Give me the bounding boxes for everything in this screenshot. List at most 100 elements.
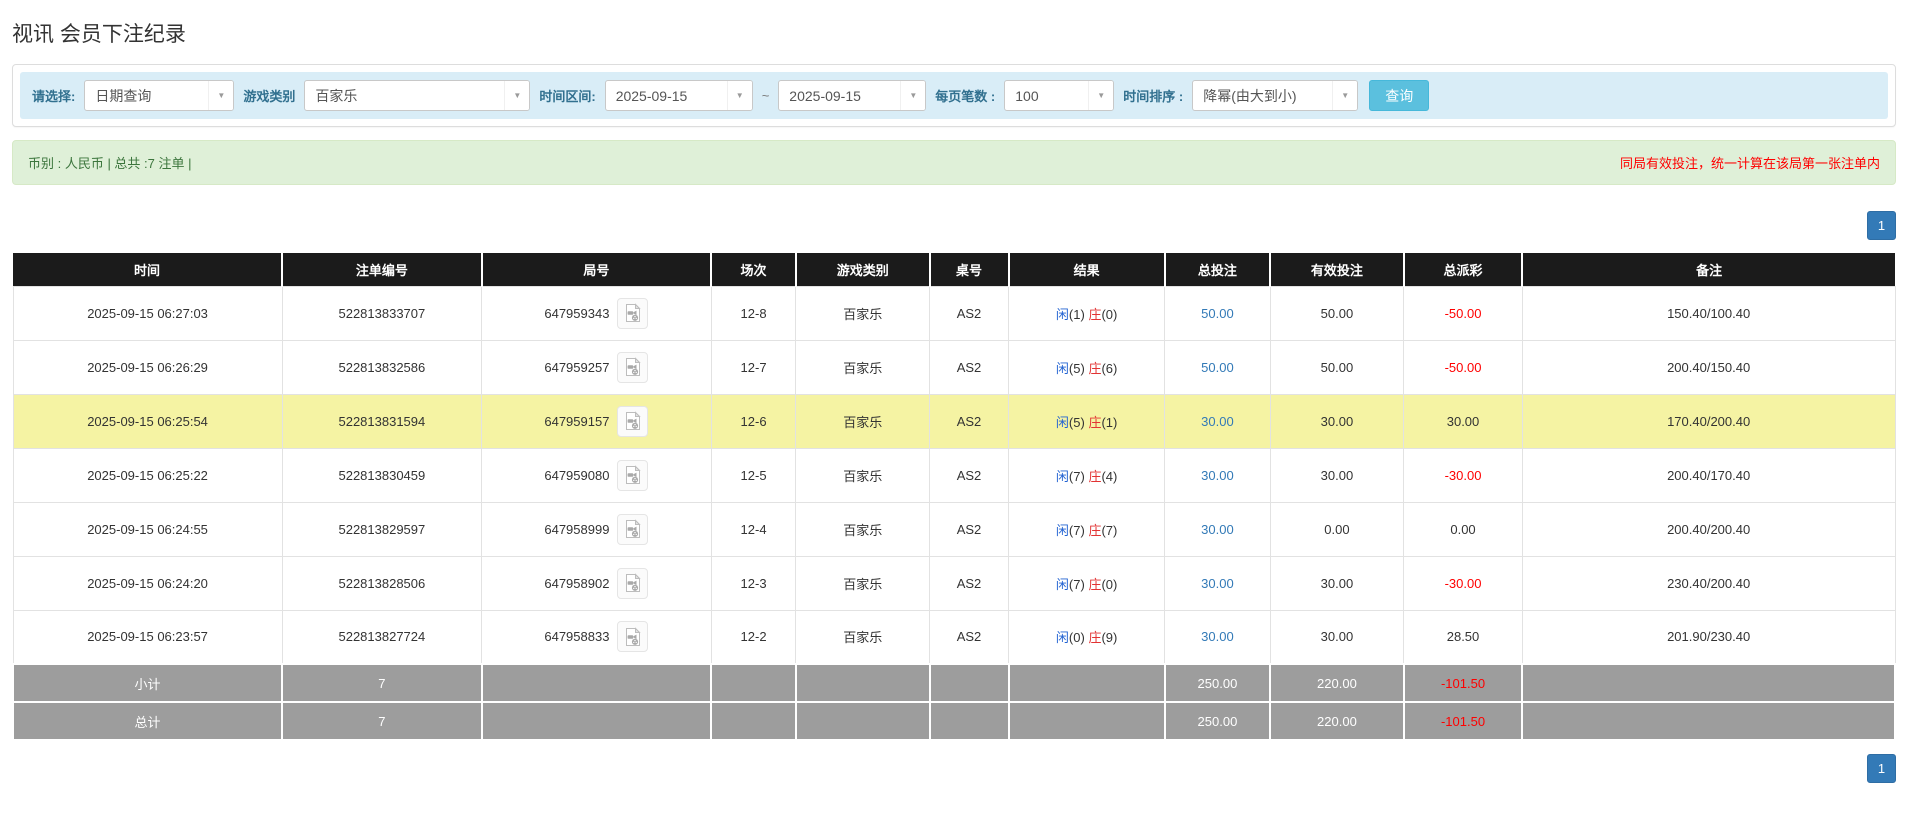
table-row: 2025-09-15 06:24:55 522813829597 647958999… — [12, 501, 1896, 557]
column-header: 有效投注 — [1270, 253, 1405, 286]
remark-cell: 201.90/230.40 — [1521, 609, 1896, 665]
game-type-cell: 百家乐 — [795, 339, 930, 395]
player-result-value: (7) — [1068, 522, 1085, 538]
video-button[interactable] — [617, 567, 649, 599]
video-button[interactable] — [617, 351, 649, 383]
player-result-label: 闲 — [1055, 576, 1069, 592]
summary-currency-total: 币别 : 人民币 | 总共 :7 注单 | — [28, 156, 192, 171]
player-result-value: (5) — [1068, 360, 1085, 376]
chevron-down-icon[interactable]: ▼ — [1088, 81, 1114, 110]
round-id: 647958833 — [544, 629, 610, 645]
chevron-down-icon[interactable]: ▼ — [208, 81, 234, 110]
player-result-value: (0) — [1068, 630, 1085, 646]
column-header: 局号 — [481, 253, 713, 286]
total-bet-cell[interactable]: 30.00 — [1164, 447, 1271, 503]
video-button[interactable] — [617, 405, 649, 437]
total-bet-cell[interactable]: 30.00 — [1164, 609, 1271, 665]
summary-count-cell: 7 — [281, 701, 483, 741]
round-cell: 647958999 — [481, 501, 712, 557]
chevron-down-icon[interactable]: ▼ — [504, 81, 530, 110]
time-cell: 2025-09-15 06:25:54 — [12, 393, 283, 449]
query-button[interactable]: 查询 — [1369, 80, 1430, 111]
session-cell: 12-6 — [710, 393, 797, 449]
column-header: 结果 — [1008, 253, 1166, 286]
summary-total-bet-cell: 250.00 — [1163, 663, 1272, 703]
video-button[interactable] — [617, 621, 649, 653]
select-type-combobox[interactable]: 日期查询 ▼ — [84, 80, 235, 111]
total-bet-link[interactable]: 30.00 — [1201, 629, 1234, 644]
banker-result-label: 庄 — [1088, 576, 1102, 592]
valid-bet-cell: 30.00 — [1269, 393, 1405, 449]
pager-top: 1 — [12, 211, 1896, 240]
table-row: 2025-09-15 06:27:03 522813833707 647959343… — [12, 285, 1896, 341]
payout-cell: -30.00 — [1403, 447, 1523, 503]
time-cell: 2025-09-15 06:24:20 — [12, 555, 283, 611]
time-cell: 2025-09-15 06:26:29 — [12, 339, 283, 395]
video-button[interactable] — [617, 459, 649, 491]
round-id: 647958999 — [544, 521, 610, 537]
time-cell: 2025-09-15 06:27:03 — [12, 285, 283, 341]
round-id: 647959157 — [544, 413, 610, 429]
page-size-label: 每页笔数 : — [935, 89, 996, 104]
chevron-down-icon[interactable]: ▼ — [1332, 81, 1358, 110]
banker-result-label: 庄 — [1088, 468, 1102, 484]
summary-payout-cell: -101.50 — [1402, 663, 1524, 703]
page-button[interactable]: 1 — [1867, 754, 1896, 783]
chevron-down-icon[interactable]: ▼ — [900, 81, 926, 110]
payout-cell: 30.00 — [1403, 393, 1523, 449]
total-bet-link[interactable]: 30.00 — [1201, 576, 1234, 591]
banker-result-value: (9) — [1101, 630, 1118, 646]
valid-bet-cell: 50.00 — [1269, 339, 1405, 395]
date-to-picker[interactable]: 2025-09-15 ▼ — [778, 80, 927, 111]
page-button[interactable]: 1 — [1867, 211, 1896, 240]
banker-result-value: (0) — [1101, 576, 1118, 592]
time-cell: 2025-09-15 06:25:22 — [12, 447, 283, 503]
total-bet-link[interactable]: 50.00 — [1201, 306, 1234, 321]
table-no-cell: AS2 — [928, 501, 1010, 557]
summary-note: 同局有效投注，统一计算在该局第一张注单内 — [1619, 156, 1880, 171]
summary-label-cell: 总计 — [11, 701, 284, 741]
total-bet-cell[interactable]: 30.00 — [1164, 501, 1271, 557]
date-range-separator: ~ — [761, 88, 770, 103]
player-result-value: (1) — [1068, 306, 1085, 322]
bet-id-cell: 522813827724 — [281, 609, 483, 665]
page-size-combobox[interactable]: 100 ▼ — [1004, 80, 1115, 111]
game-type-combobox[interactable]: 百家乐 ▼ — [304, 80, 531, 111]
session-cell: 12-5 — [710, 447, 797, 503]
result-cell: 闲(5) 庄(6) — [1008, 339, 1166, 395]
game-type-cell: 百家乐 — [795, 393, 930, 449]
round-id: 647959343 — [544, 305, 610, 321]
sort-order-combobox[interactable]: 降幂(由大到小) ▼ — [1192, 80, 1359, 111]
select-type-label: 请选择: — [32, 89, 76, 104]
total-bet-cell[interactable]: 50.00 — [1164, 339, 1271, 395]
banker-result-value: (1) — [1101, 414, 1118, 430]
total-bet-cell[interactable]: 30.00 — [1164, 555, 1271, 611]
round-cell: 647958902 — [481, 555, 712, 611]
filter-panel: 请选择: 日期查询 ▼ 游戏类别 百家乐 ▼ 时间区间: 2025-09-15 … — [12, 64, 1896, 127]
bet-id-cell: 522813830459 — [281, 447, 483, 503]
select-type-value: 日期查询 — [95, 87, 152, 104]
player-result-label: 闲 — [1055, 306, 1069, 322]
total-bet-link[interactable]: 30.00 — [1201, 468, 1234, 483]
total-bet-link[interactable]: 30.00 — [1201, 414, 1234, 429]
summary-label-cell: 小计 — [11, 663, 284, 703]
total-bet-cell[interactable]: 50.00 — [1164, 285, 1271, 341]
table-header-row: 时间 注单编号 局号 场次 游戏类别 桌号 结果 总投注 有效投注 总派彩 备注 — [13, 253, 1895, 286]
chevron-down-icon[interactable]: ▼ — [726, 81, 752, 110]
total-bet-cell[interactable]: 30.00 — [1164, 393, 1271, 449]
game-type-cell: 百家乐 — [795, 609, 930, 665]
page-root: 视讯 会员下注纪录 请选择: 日期查询 ▼ 游戏类别 百家乐 ▼ 时间区间: 2… — [0, 0, 1908, 803]
total-bet-link[interactable]: 50.00 — [1201, 360, 1234, 375]
sort-order-label: 时间排序 : — [1123, 89, 1184, 104]
total-bet-link[interactable]: 30.00 — [1201, 522, 1234, 537]
date-from-picker[interactable]: 2025-09-15 ▼ — [604, 80, 753, 111]
video-button[interactable] — [617, 513, 649, 545]
banker-result-label: 庄 — [1088, 414, 1102, 430]
video-icon — [625, 411, 641, 430]
video-button[interactable] — [617, 297, 649, 329]
game-type-cell: 百家乐 — [795, 447, 930, 503]
game-type-cell: 百家乐 — [795, 555, 930, 611]
valid-bet-cell: 30.00 — [1269, 555, 1405, 611]
round-id: 647959257 — [544, 359, 610, 375]
session-cell: 12-3 — [710, 555, 797, 611]
